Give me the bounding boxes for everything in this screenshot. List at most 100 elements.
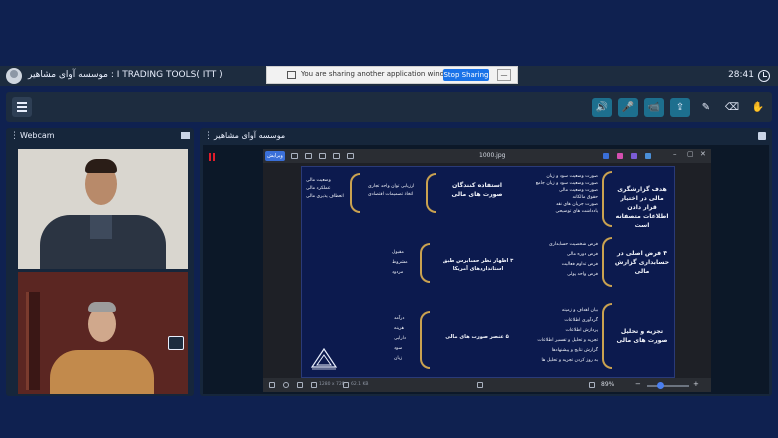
clock-icon [758, 70, 770, 82]
slide-item: بیان اهداف و زمینه [561, 308, 598, 313]
eraser-glyph: ⌫ [724, 102, 740, 113]
bookshelf [26, 292, 40, 390]
slide-item: صورت وضعیت مالی [558, 188, 598, 193]
app-icon-blue[interactable] [603, 153, 609, 159]
slide-item: حقوق مالکانه [572, 195, 599, 200]
app-icon-cloud[interactable] [645, 153, 651, 159]
actual-size-icon[interactable] [589, 382, 595, 388]
rotate-icon[interactable] [291, 153, 298, 159]
participant-body [50, 350, 154, 394]
main-toolbar: 🔊 🎤 📹 ⇪ ✎ ⌫ ✋ [6, 92, 772, 122]
webcam-title: Webcam [20, 131, 55, 140]
slide-right-heading-2: ۴ فرض اصلی در حسابداری گزارش مالی [614, 250, 670, 275]
slide-mid-heading-1: استفاده کنندگان صورت های مالی [451, 182, 503, 198]
hide-notice-button[interactable]: — [497, 69, 511, 81]
info-icon[interactable] [297, 382, 303, 388]
viewer-status-bar: 1280 x 720 62.1 KB 89% − + [263, 378, 711, 392]
camera-glyph: 📹 [647, 102, 661, 113]
pen-icon[interactable]: ✎ [696, 98, 716, 117]
slide-item: گردآوری اطلاعات [564, 318, 598, 323]
slide-item: فرض واحد پولی [567, 272, 598, 277]
zoom-in-button[interactable]: + [693, 380, 699, 388]
sharing-notice-text: You are sharing another application wind… [301, 70, 456, 78]
slide-item: هزینه [394, 326, 405, 331]
slide-item: اتخاذ تصمیمات اقتصادی [368, 192, 414, 197]
viewer-minimize-button[interactable]: – [673, 150, 677, 158]
image-viewer-window: ویرایش 1000.jpg – ▢ ✕ هدف گزارشگری مالی … [263, 149, 711, 392]
slide-item: به روز کردن تجزیه و تحلیل ها [541, 358, 599, 363]
slide-brace [602, 237, 612, 287]
slide-item: مردود [392, 270, 404, 275]
screen-share-glyph: ⇪ [675, 102, 685, 113]
raise-hand-icon[interactable]: ✋ [748, 98, 768, 117]
window-title: موسسه آوای مشاهیر : I TRADING TOOLS( ITT… [28, 70, 223, 80]
presenter-hair [85, 159, 117, 173]
speaker-icon[interactable]: 🔊 [592, 98, 612, 117]
slide-brace [426, 173, 436, 213]
webcam-feed-1[interactable] [18, 149, 188, 269]
zoom-level[interactable]: 89% [601, 381, 614, 388]
favorite-icon[interactable] [283, 382, 289, 388]
slide-item: یادداشت های توضیحی [555, 209, 598, 214]
fit-to-window-icon[interactable] [477, 382, 483, 388]
slide-item: فرض تداوم فعالیت [561, 262, 598, 267]
pause-recording-icon[interactable] [209, 153, 215, 161]
print-icon[interactable] [319, 153, 326, 159]
zoom-out-button[interactable]: − [635, 380, 641, 388]
screen-share-icon[interactable]: ⇪ [670, 98, 690, 117]
resolution-icon [311, 382, 317, 388]
webcam-header: ⋮ Webcam [6, 128, 194, 145]
share-title: موسسه آوای مشاهیر [214, 131, 286, 140]
microphone-glyph: 🎤 [621, 102, 635, 113]
slide-item: صورت جریان های نقد [555, 202, 598, 207]
adjust-icon[interactable] [333, 153, 340, 159]
edit-button[interactable]: ویرایش [265, 151, 285, 161]
slide-item: گزارش نتایج و پیشنهادها [551, 348, 598, 353]
presenter-collar [90, 215, 112, 239]
crop-icon[interactable] [305, 153, 312, 159]
slide-item: سود [394, 346, 403, 351]
slide-item: فرض شخصیت حسابداری [548, 242, 598, 247]
filesize-icon [343, 382, 349, 388]
video-camera-icon[interactable] [181, 132, 190, 139]
user-avatar-icon [6, 68, 22, 84]
app-icon-purple[interactable] [631, 153, 637, 159]
image-filesize: 62.1 KB [351, 382, 369, 387]
camera-icon[interactable]: 📹 [644, 98, 664, 117]
slide-item: صورت وضعیت سود و زیان [546, 174, 598, 179]
slide-item: وضعیت مالی [306, 178, 331, 183]
slide-item: مقبول [392, 250, 404, 255]
stop-sharing-button[interactable]: Stop Sharing [443, 69, 489, 81]
slide-right-heading-1: هدف گزارشگری مالی در اختیار قرار دادن اط… [615, 186, 669, 229]
shared-screen: ویرایش 1000.jpg – ▢ ✕ هدف گزارشگری مالی … [203, 145, 769, 394]
slide-item: درآمد [394, 316, 405, 321]
screen-share-panel: ⋮ موسسه آوای مشاهیر ویرایش 1000.jpg – ▢ … [200, 128, 772, 396]
webcam-feed-2[interactable] [18, 272, 188, 394]
viewer-close-button[interactable]: ✕ [700, 150, 706, 158]
microphone-icon[interactable]: 🎤 [618, 98, 638, 117]
slide-item: ارزیابی توان واحد تجاری [368, 184, 415, 189]
slide-brace [350, 173, 360, 213]
hamburger-menu-icon[interactable] [12, 97, 32, 117]
slide-brace [602, 303, 612, 369]
session-timer: 28:41 [728, 70, 754, 80]
zoom-slider[interactable] [647, 385, 689, 387]
slideshow-icon[interactable] [269, 382, 275, 388]
viewer-maximize-button[interactable]: ▢ [687, 150, 694, 158]
webcam-menu-icon[interactable]: ⋮ [10, 131, 19, 141]
slide-item: مشروط [392, 260, 408, 265]
app-icon-pink[interactable] [617, 153, 623, 159]
webcam-panel: ⋮ Webcam [6, 128, 194, 396]
participant-hair [88, 302, 116, 312]
slide-item: زیان [394, 356, 403, 361]
slide-item: صورت وضعیت سود و زیان جامع [535, 181, 598, 186]
zoom-slider-knob[interactable] [657, 382, 664, 389]
share-menu-icon[interactable]: ⋮ [204, 131, 213, 141]
eraser-icon[interactable]: ⌫ [722, 98, 742, 117]
slide-item: تجزیه و تحلیل و تفسیر اطلاعات [537, 338, 598, 343]
slide-brace [420, 243, 430, 283]
picture-in-picture-icon[interactable] [168, 336, 184, 350]
slide-brace [420, 311, 430, 369]
pin-icon[interactable] [758, 132, 766, 140]
more-icon[interactable] [347, 153, 354, 159]
